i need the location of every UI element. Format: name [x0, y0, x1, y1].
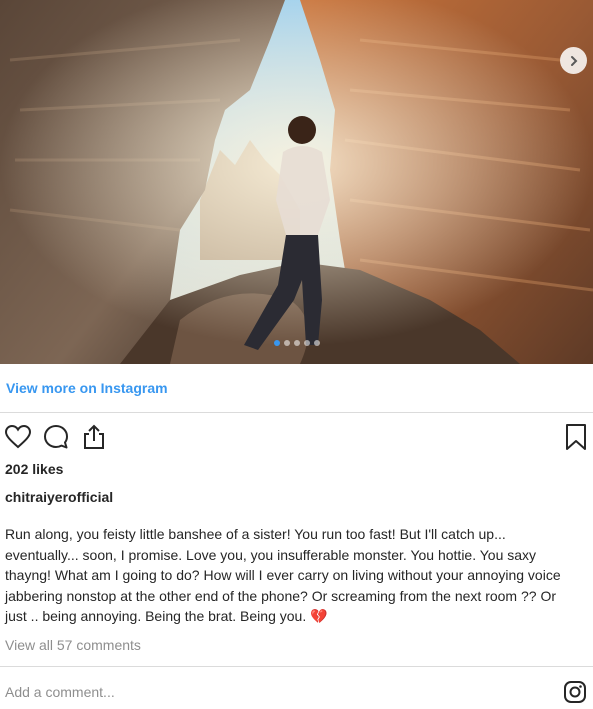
view-all-comments-link[interactable]: View all 57 comments — [5, 637, 141, 653]
bookmark-icon — [566, 424, 586, 450]
heart-icon — [5, 425, 31, 449]
carousel-indicator — [0, 340, 593, 346]
carousel-dot — [283, 340, 290, 346]
instagram-icon — [564, 681, 586, 703]
divider — [0, 412, 593, 413]
post-actions — [4, 423, 108, 451]
carousel-dot — [293, 340, 300, 346]
comment-button[interactable] — [42, 423, 70, 451]
canyon-photo — [0, 0, 593, 364]
post-caption: Run along, you feisty little banshee of … — [5, 526, 561, 624]
carousel-dot — [313, 340, 320, 346]
like-button[interactable] — [4, 423, 32, 451]
post-username[interactable]: chitraiyerofficial — [5, 489, 113, 505]
chevron-right-icon — [570, 55, 577, 66]
add-comment-input[interactable]: Add a comment... — [5, 684, 115, 700]
share-button[interactable] — [80, 423, 108, 451]
carousel-dot — [273, 340, 280, 346]
carousel-dot — [303, 340, 310, 346]
instagram-logo-link[interactable] — [563, 680, 587, 704]
share-icon — [84, 424, 104, 449]
post-photo[interactable] — [0, 0, 593, 364]
divider — [0, 666, 593, 667]
save-button[interactable] — [565, 423, 587, 451]
likes-count[interactable]: 202 likes — [5, 461, 63, 477]
view-more-on-instagram-link[interactable]: View more on Instagram — [6, 380, 168, 396]
comment-icon — [44, 425, 68, 449]
carousel-next-button[interactable] — [560, 47, 587, 74]
